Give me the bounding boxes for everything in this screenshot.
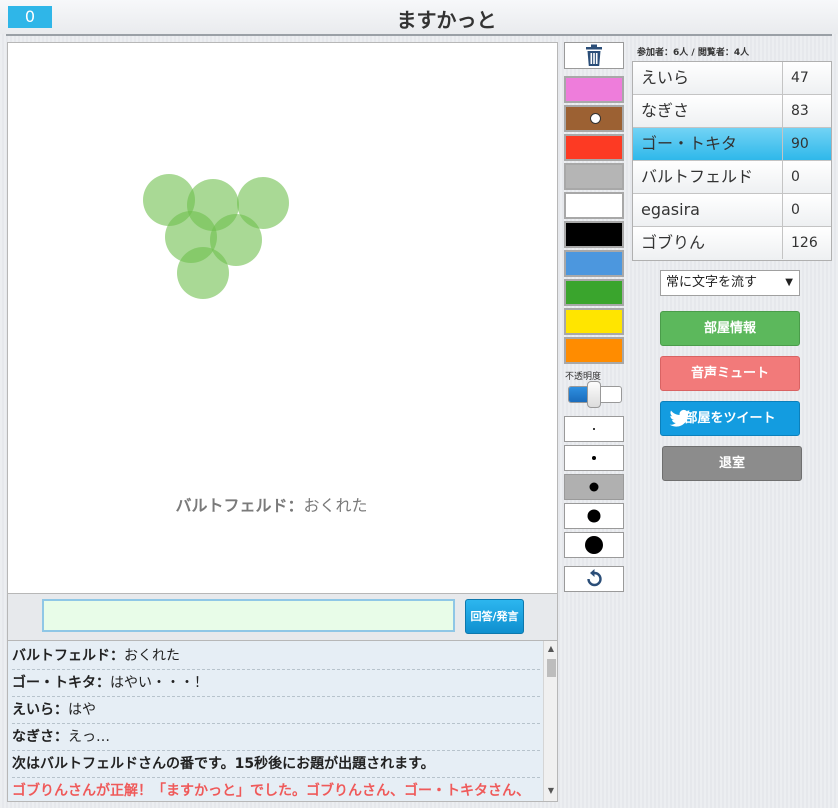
room-info-button[interactable]: 部屋情報 <box>660 311 800 346</box>
mode-select-value: 常に文字を流す <box>666 275 758 290</box>
chat-text: はや <box>68 702 96 718</box>
participants-count: 参加者：6人 / 閲覧者：4人 <box>637 48 750 58</box>
scroll-down-arrow-icon[interactable]: ▼ <box>544 785 557 797</box>
color-swatch[interactable] <box>564 163 624 190</box>
brush-dot-icon <box>585 536 603 554</box>
drawing-canvas[interactable]: バルトフェルド：おくれた <box>7 42 558 594</box>
brush-dot-icon <box>593 428 595 430</box>
player-row: ゴブりん 126 <box>633 227 831 260</box>
chat-line: ゴー・トキタ：はやい・・・！ <box>12 670 540 697</box>
color-swatch[interactable] <box>564 76 624 103</box>
chat-text: えっ… <box>68 729 110 745</box>
canvas-message-name: バルトフェルド： <box>175 496 304 515</box>
player-score: 0 <box>782 161 833 193</box>
opacity-slider-knob[interactable] <box>587 381 601 408</box>
exit-room-button[interactable]: 退室 <box>662 446 802 481</box>
player-name: えいら <box>641 68 690 87</box>
brush-dot-icon <box>587 509 601 523</box>
brush-size-m-button[interactable] <box>564 474 624 500</box>
chat-speaker: ゴー・トキタ： <box>12 675 110 691</box>
player-name: なぎさ <box>641 101 690 120</box>
text-flow-mode-select[interactable]: 常に文字を流す ▼ <box>660 270 800 296</box>
clear-canvas-button[interactable] <box>564 42 624 69</box>
brush-size-s-button[interactable] <box>564 445 624 471</box>
brush-size-l-button[interactable] <box>564 503 624 529</box>
tweet-room-button[interactable]: 部屋をツイート <box>660 401 800 436</box>
mute-button[interactable]: 音声ミュート <box>660 356 800 391</box>
canvas-flow-message: バルトフェルド：おくれた <box>8 492 535 516</box>
answer-input[interactable] <box>42 599 455 632</box>
player-row: なぎさ 83 <box>633 95 831 128</box>
answer-bar: 回答/発言 <box>7 594 558 640</box>
chat-speaker: なぎさ： <box>12 729 68 745</box>
canvas-message-text: おくれた <box>303 496 368 515</box>
scroll-up-arrow-icon[interactable]: ▲ <box>544 643 557 655</box>
chat-line: バルトフェルド：おくれた <box>12 643 540 670</box>
room-title: ますかっと <box>396 8 497 32</box>
color-swatch[interactable] <box>564 279 624 306</box>
drawn-stroke <box>177 247 229 299</box>
player-row: egasira 0 <box>633 194 831 227</box>
color-swatch[interactable] <box>564 192 624 219</box>
dropdown-arrow-icon: ▼ <box>785 277 793 288</box>
player-name: ゴブりん <box>641 233 706 252</box>
chat-speaker: えいら： <box>12 702 68 718</box>
chat-line: なぎさ：えっ… <box>12 724 540 751</box>
brush-size-xl-button[interactable] <box>564 532 624 558</box>
chat-correct-line: ゴブりんさんが正解！「ますかっと」でした。ゴブりんさん、ゴー・トキタさん、 <box>12 783 530 799</box>
twitter-bird-icon <box>669 409 691 427</box>
undo-icon <box>587 569 602 587</box>
player-score: 47 <box>782 62 833 94</box>
chat-scrollbar[interactable]: ▲ ▼ <box>543 641 557 801</box>
brush-dot-icon <box>589 482 599 492</box>
player-row: バルトフェルド 0 <box>633 161 831 194</box>
player-name: egasira <box>641 200 700 219</box>
player-score: 126 <box>782 227 833 259</box>
player-score: 90 <box>782 128 833 160</box>
chat-text: はやい・・・！ <box>110 675 208 691</box>
color-swatch[interactable] <box>564 308 624 335</box>
player-row: えいら 47 <box>633 62 831 95</box>
color-swatch[interactable] <box>564 221 624 248</box>
header-divider <box>6 34 832 36</box>
chat-text: おくれた <box>124 648 180 664</box>
trash-icon <box>586 44 602 66</box>
color-swatch[interactable] <box>564 250 624 277</box>
tweet-button-label: 部屋をツイート <box>684 411 776 426</box>
player-name: バルトフェルド <box>641 167 754 186</box>
player-score: 83 <box>782 95 833 127</box>
brush-dot-icon <box>592 456 596 460</box>
chat-speaker: バルトフェルド： <box>12 648 124 664</box>
undo-button[interactable] <box>564 566 624 592</box>
color-swatch[interactable] <box>564 337 624 364</box>
color-swatch[interactable] <box>564 134 624 161</box>
chat-log[interactable]: バルトフェルド：おくれた ゴー・トキタ：はやい・・・！ えいら：はや なぎさ：え… <box>7 640 558 802</box>
color-swatch[interactable] <box>564 105 624 132</box>
player-row-active: ゴー・トキタ 90 <box>633 128 831 161</box>
player-list: えいら 47 なぎさ 83 ゴー・トキタ 90 バルトフェルド 0 egasira 0 ゴ… <box>632 61 832 261</box>
chat-line: えいら：はや <box>12 697 540 724</box>
brush-size-xs-button[interactable] <box>564 416 624 442</box>
scroll-thumb[interactable] <box>547 659 556 677</box>
chat-system-line: 次はバルトフェルドさんの番です。15秒後にお題が出題されます。 <box>12 751 540 778</box>
player-score: 0 <box>782 194 833 226</box>
selected-color-indicator <box>590 113 601 124</box>
answer-submit-button[interactable]: 回答/発言 <box>465 599 524 634</box>
player-name: ゴー・トキタ <box>641 134 738 153</box>
